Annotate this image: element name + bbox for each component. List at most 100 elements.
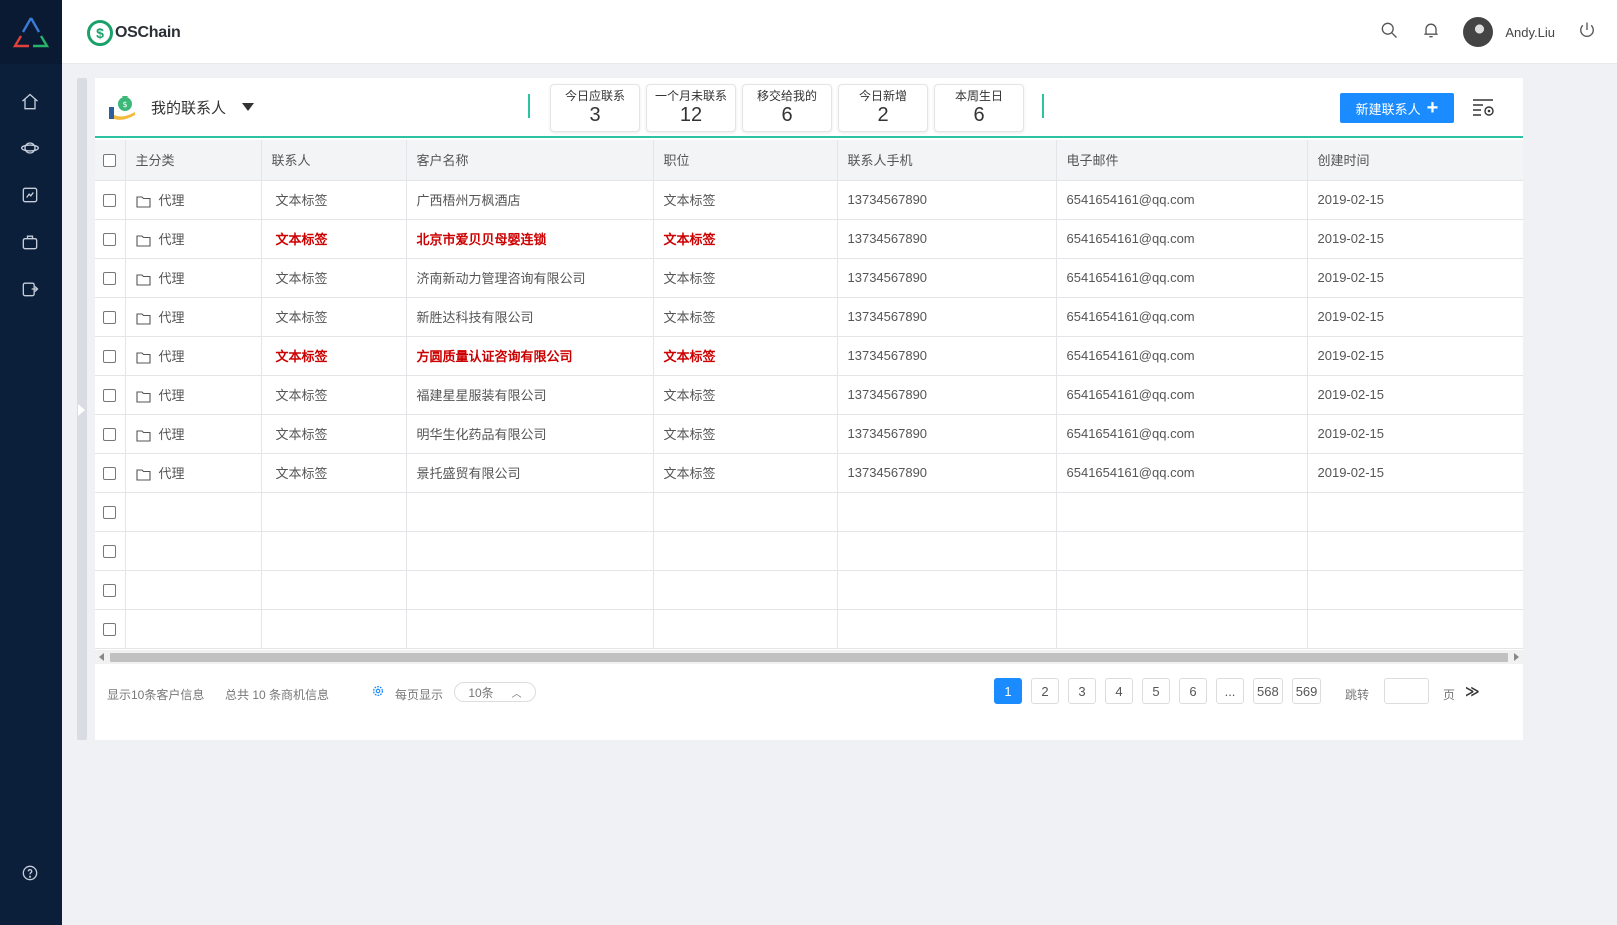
phone-cell: 13734567890 — [837, 375, 1057, 415]
category-cell: 代理 — [125, 258, 262, 298]
customer-cell[interactable]: 景托盛贸有限公司 — [406, 453, 654, 493]
search-icon[interactable] — [1379, 20, 1399, 45]
page-button[interactable]: 5 — [1142, 678, 1170, 704]
page-button[interactable]: 3 — [1068, 678, 1096, 704]
gear-icon[interactable] — [371, 684, 385, 698]
page-button[interactable]: 4 — [1105, 678, 1133, 704]
contacts-view-selector[interactable]: $ 我的联系人 — [107, 93, 255, 121]
page-button[interactable]: 568 — [1253, 678, 1283, 704]
page-button[interactable]: 6 — [1179, 678, 1207, 704]
new-contact-button[interactable]: 新建联系人 + — [1340, 93, 1454, 123]
row-checkbox[interactable] — [103, 623, 116, 637]
expand-arrow-icon[interactable] — [78, 404, 85, 416]
row-checkbox[interactable] — [103, 545, 116, 559]
created-text: 2019-02-15 — [1317, 309, 1385, 324]
customer-cell[interactable]: 新胜达科技有限公司 — [406, 297, 654, 337]
chevron-up-icon: ︿ — [511, 688, 522, 700]
row-check-cell — [95, 414, 126, 454]
stat-today-new[interactable]: 今日新增 2 — [838, 84, 928, 132]
pagination: 1 2 3 4 5 6... 568 569 — [994, 678, 1322, 704]
row-checkbox[interactable] — [103, 233, 116, 247]
brand-logo[interactable]: $ OSChain — [87, 18, 181, 48]
page-button[interactable]: 569 — [1291, 678, 1322, 704]
export-icon[interactable] — [18, 277, 42, 301]
stat-label: 今日新增 — [858, 89, 907, 103]
page-button[interactable]: 2 — [1031, 678, 1059, 704]
customer-cell[interactable]: 福建星星服装有限公司 — [406, 375, 654, 415]
row-checkbox[interactable] — [103, 194, 116, 208]
money-bag-icon: $ — [109, 96, 135, 120]
top-bar: $ OSChain Andy.Liu — [62, 0, 1617, 64]
row-checkbox[interactable] — [103, 272, 116, 286]
customer-cell[interactable]: 济南新动力管理咨询有限公司 — [406, 258, 654, 298]
row-checkbox[interactable] — [103, 311, 116, 325]
column-header[interactable]: 职位 — [653, 140, 838, 181]
customer-cell[interactable]: 广西梧州万枫酒店 — [406, 180, 654, 220]
row-check-cell — [95, 570, 126, 610]
empty-cell — [1307, 492, 1523, 532]
stat-week-birthday[interactable]: 本周生日 6 — [934, 84, 1024, 132]
chevron-down-icon[interactable] — [242, 103, 255, 111]
page-button[interactable]: 1 — [994, 678, 1022, 704]
user-name[interactable]: Andy.Liu — [1505, 25, 1555, 40]
stat-month-no-contact[interactable]: 一个月未联系 12 — [646, 84, 736, 132]
avatar[interactable] — [1463, 17, 1494, 47]
scrollbar-thumb[interactable] — [110, 653, 1508, 662]
table-row[interactable]: 代理 文本标签 方圆质量认证咨询有限公司 文本标签 13734567890 6541654… — [95, 336, 1523, 376]
table-row[interactable]: 代理 文本标签 景托盛贸有限公司 文本标签 13734567890 6541654161@… — [95, 453, 1523, 493]
table-row[interactable]: 代理 文本标签 福建星星服装有限公司 文本标签 13734567890 654165416… — [95, 375, 1523, 415]
collapse-rail[interactable] — [77, 78, 87, 740]
row-checkbox[interactable] — [103, 584, 116, 598]
column-header[interactable]: 创建时间 — [1307, 140, 1523, 181]
power-icon[interactable] — [1577, 20, 1597, 45]
customer-cell[interactable]: 北京市爱贝贝母婴连锁 — [406, 219, 654, 259]
table-row[interactable]: 代理 文本标签 广西梧州万枫酒店 文本标签 13734567890 6541654161@… — [95, 180, 1523, 220]
category-text: 代理 — [158, 349, 185, 364]
column-header[interactable]: 主分类 — [125, 140, 262, 181]
bell-icon[interactable] — [1421, 20, 1441, 45]
scroll-left-icon[interactable] — [99, 653, 104, 661]
category-text: 代理 — [158, 271, 185, 286]
row-checkbox[interactable] — [103, 506, 116, 520]
column-header[interactable]: 电子邮件 — [1056, 140, 1308, 181]
contact-text: 文本标签 — [275, 349, 328, 364]
jump-go-button[interactable]: ≫ — [1465, 683, 1480, 700]
column-header[interactable]: 联系人手机 — [837, 140, 1057, 181]
select-all-checkbox[interactable] — [103, 154, 116, 168]
row-checkbox[interactable] — [103, 350, 116, 364]
customer-cell[interactable]: 明华生化药品有限公司 — [406, 414, 654, 454]
per-page-select[interactable]: 10条 ︿ — [454, 682, 536, 702]
report-icon[interactable] — [18, 183, 42, 207]
position-cell: 文本标签 — [653, 453, 838, 493]
customer-cell[interactable]: 方圆质量认证咨询有限公司 — [406, 336, 654, 376]
column-settings-icon[interactable] — [1471, 96, 1497, 120]
horizontal-scrollbar[interactable] — [95, 650, 1523, 664]
jump-page-input[interactable] — [1384, 678, 1429, 704]
column-header[interactable]: 联系人 — [261, 140, 407, 181]
category-cell: 代理 — [125, 180, 262, 220]
created-text: 2019-02-15 — [1317, 231, 1385, 246]
home-icon[interactable] — [18, 90, 42, 114]
row-check-cell — [95, 531, 126, 571]
table-row[interactable]: 代理 文本标签 明华生化药品有限公司 文本标签 13734567890 654165416… — [95, 414, 1523, 454]
created-text: 2019-02-15 — [1317, 348, 1385, 363]
table-row[interactable]: 代理 文本标签 新胜达科技有限公司 文本标签 13734567890 6541654161… — [95, 297, 1523, 337]
planet-icon[interactable] — [18, 136, 42, 160]
stat-transferred[interactable]: 移交给我的 6 — [742, 84, 832, 132]
row-checkbox[interactable] — [103, 389, 116, 403]
page-button[interactable]: ... — [1216, 678, 1244, 704]
column-header[interactable]: 客户名称 — [406, 140, 654, 181]
row-checkbox[interactable] — [103, 467, 116, 481]
bag-icon[interactable] — [18, 230, 42, 254]
scroll-right-icon[interactable] — [1514, 653, 1519, 661]
email-cell: 6541654161@qq.com — [1056, 297, 1308, 337]
customer-text: 福建星星服装有限公司 — [416, 388, 547, 403]
table-row[interactable]: 代理 文本标签 济南新动力管理咨询有限公司 文本标签 13734567890 654165… — [95, 258, 1523, 298]
row-checkbox[interactable] — [103, 428, 116, 442]
customer-text: 方圆质量认证咨询有限公司 — [416, 349, 573, 364]
stat-divider-right — [1042, 94, 1044, 118]
position-text: 文本标签 — [663, 466, 716, 481]
stat-today-contact[interactable]: 今日应联系 3 — [550, 84, 640, 132]
help-icon[interactable] — [18, 861, 42, 885]
table-row[interactable]: 代理 文本标签 北京市爱贝贝母婴连锁 文本标签 13734567890 654165416… — [95, 219, 1523, 259]
